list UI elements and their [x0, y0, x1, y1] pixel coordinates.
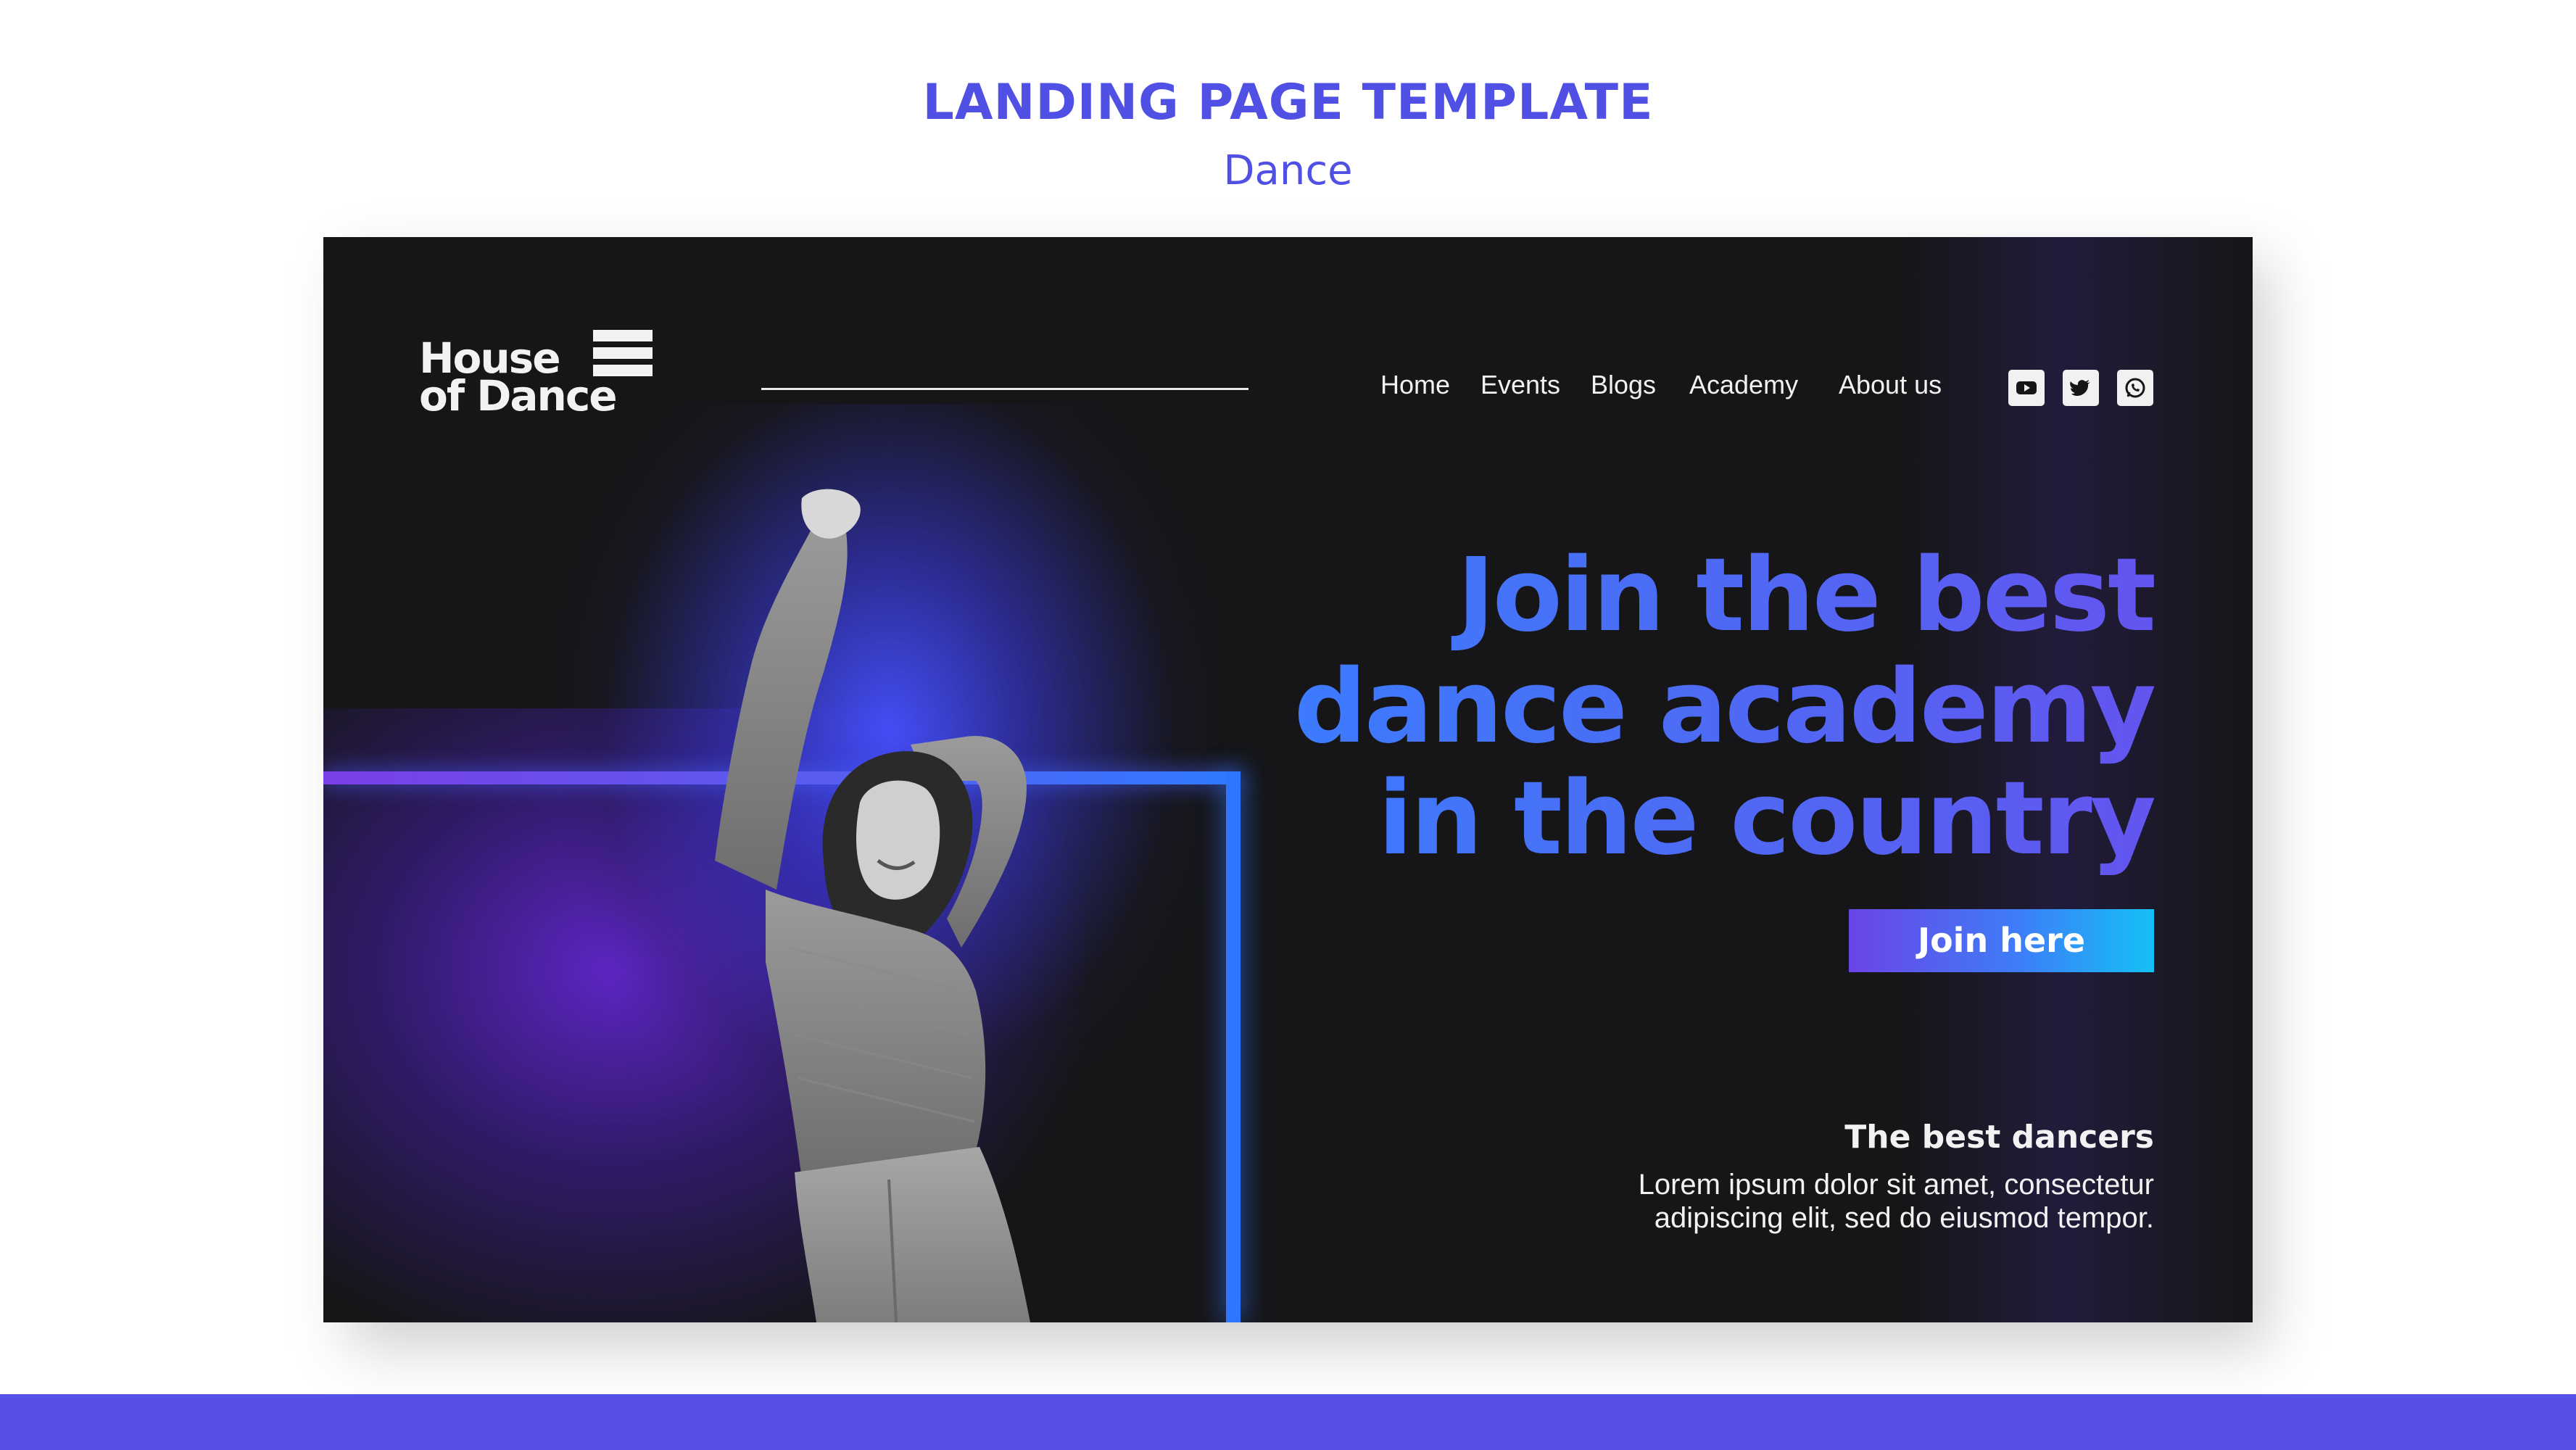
headline-line-1: Join the best: [1457, 536, 2154, 655]
info-title: The best dancers: [1844, 1119, 2154, 1156]
hero-headline: Join the best dance academy in the count…: [1294, 540, 2154, 875]
headline-line-2: dance academy: [1293, 648, 2154, 766]
page-title: LANDING PAGE TEMPLATE: [922, 74, 1654, 131]
bottom-accent-band: [0, 1394, 2576, 1450]
page-subtitle: Dance: [1223, 147, 1353, 194]
twitter-icon[interactable]: [2063, 370, 2099, 406]
neon-line-vertical: [1226, 771, 1241, 1322]
join-here-button[interactable]: Join here: [1849, 909, 2154, 972]
dancer-photo: [715, 489, 1030, 1322]
nav-item-events[interactable]: Events: [1480, 370, 1560, 400]
landing-page-mockup: House of Dance Home Events Blogs Academy…: [323, 237, 2253, 1322]
info-description: Lorem ipsum dolor sit amet, consectetur …: [1638, 1169, 2154, 1234]
whatsapp-icon[interactable]: [2117, 370, 2153, 406]
nav-item-home[interactable]: Home: [1380, 370, 1450, 400]
nav-divider-line: [761, 388, 1248, 390]
logo-bars-icon: [593, 330, 653, 382]
nav-item-academy[interactable]: Academy: [1689, 370, 1798, 400]
headline-line-3: in the country: [1378, 760, 2154, 878]
youtube-icon[interactable]: [2008, 370, 2045, 406]
logo-line-2: of Dance: [419, 371, 618, 420]
nav-item-about-us[interactable]: About us: [1839, 370, 1942, 400]
nav-item-blogs[interactable]: Blogs: [1591, 370, 1656, 400]
house-of-dance-logo[interactable]: House of Dance: [419, 323, 666, 431]
